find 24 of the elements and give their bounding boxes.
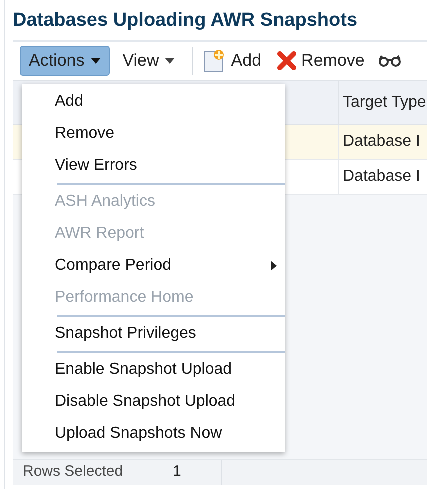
menu-item[interactable]: Remove: [22, 118, 285, 150]
page-title: Databases Uploading AWR Snapshots: [13, 9, 359, 33]
glasses-icon: [378, 55, 401, 67]
caret-icon: [90, 58, 101, 64]
menu-item[interactable]: Compare Period: [22, 250, 285, 282]
menu-button[interactable]: Actions: [20, 46, 110, 76]
status-value: 1: [173, 462, 182, 482]
close-icon: [276, 51, 297, 71]
menu-item[interactable]: Add: [22, 86, 285, 118]
menu-item[interactable]: Snapshot Privileges: [22, 318, 285, 350]
submenu-arrow-icon: [271, 261, 277, 271]
menu-item[interactable]: Disable Snapshot Upload: [22, 386, 285, 418]
menu-item[interactable]: View Errors: [22, 150, 285, 182]
table-cell: Database I: [338, 160, 420, 194]
column-header[interactable]: Target Type: [338, 81, 427, 124]
status-label: Rows Selected: [22, 462, 124, 482]
menu-item[interactable]: Upload Snapshots Now: [22, 418, 285, 450]
new-document-icon: [204, 49, 226, 73]
menu-button[interactable]: View: [114, 46, 184, 76]
add-button[interactable]: Add: [201, 46, 265, 76]
remove-button[interactable]: Remove: [268, 46, 373, 76]
caret-icon: [165, 58, 176, 64]
menu-item[interactable]: Enable Snapshot Upload: [22, 354, 285, 386]
table-cell: Database I: [338, 125, 420, 159]
